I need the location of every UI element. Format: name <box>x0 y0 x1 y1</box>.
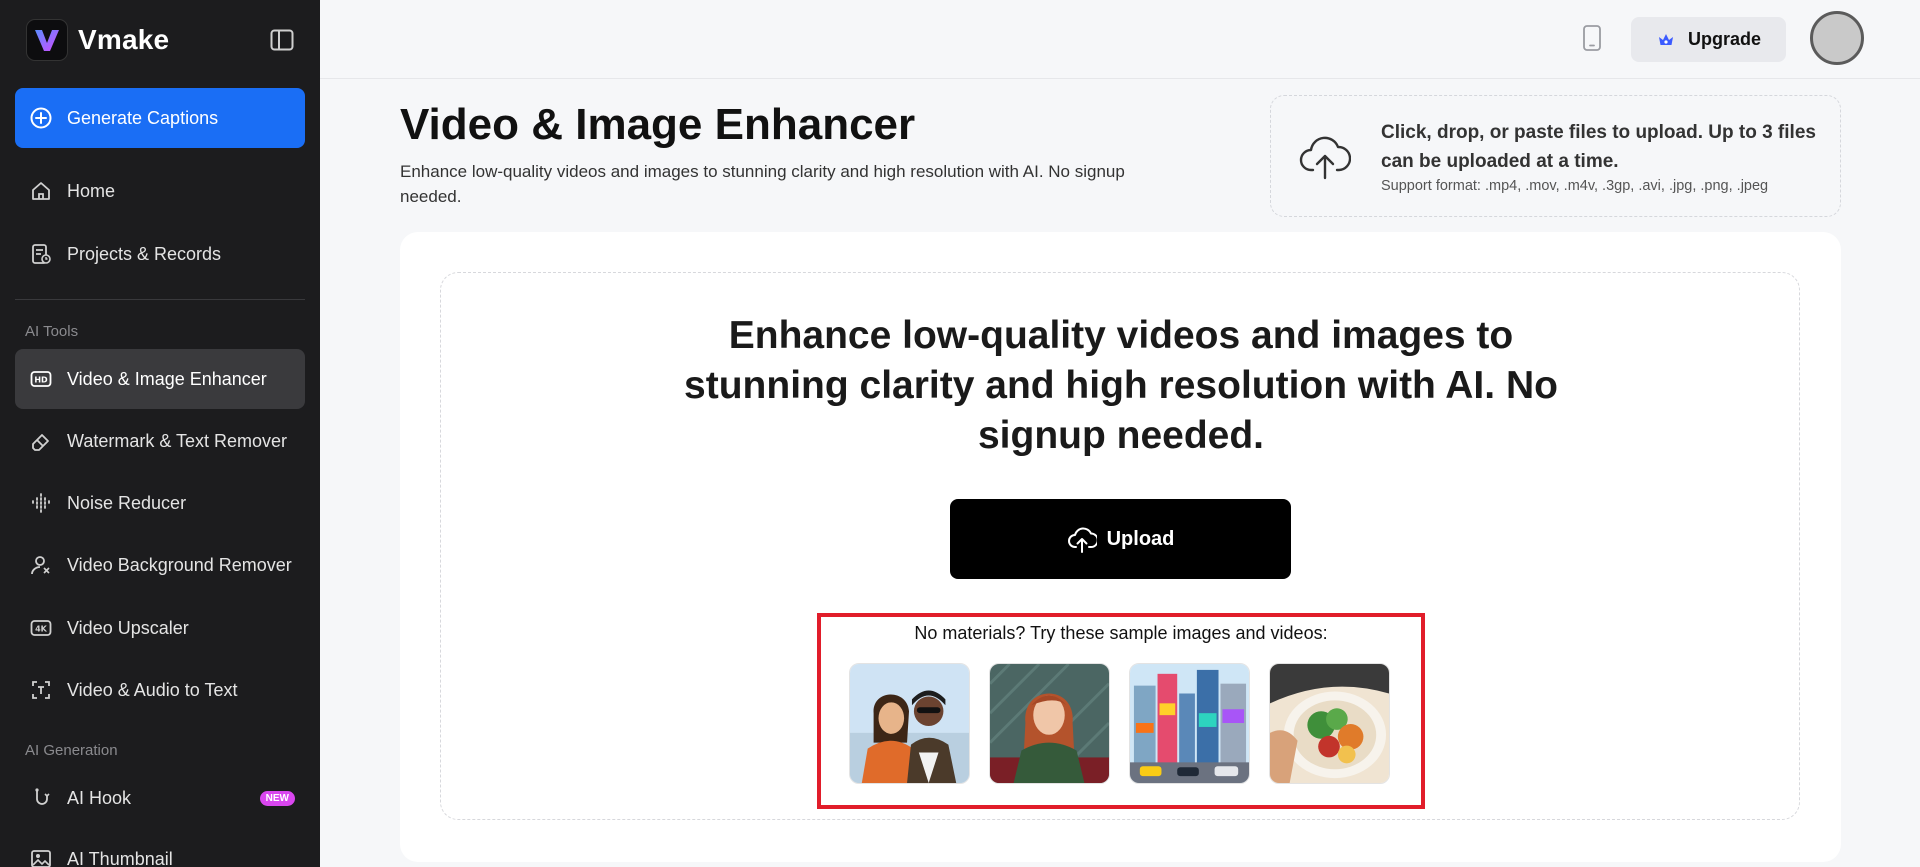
image-icon <box>31 850 51 867</box>
upgrade-button[interactable]: Upgrade <box>1631 17 1786 62</box>
top-bar: Upgrade <box>320 0 1920 79</box>
sidebar-item-video-image-enhancer[interactable]: HD Video & Image Enhancer <box>15 349 305 409</box>
samples-label: No materials? Try these sample images an… <box>914 623 1328 643</box>
sound-wave-icon <box>32 493 50 513</box>
sidebar-item-home[interactable]: Home <box>15 161 305 221</box>
text-frame-icon <box>32 681 50 699</box>
user-avatar[interactable] <box>1810 11 1864 65</box>
sidebar-item-projects[interactable]: Projects & Records <box>15 224 305 284</box>
crown-icon <box>1658 33 1673 45</box>
logo[interactable]: Vmake <box>26 19 306 61</box>
sidebar-item-label: Video & Image Enhancer <box>67 368 267 389</box>
app-name: Vmake <box>78 24 170 55</box>
hd-icon: HD <box>30 371 52 387</box>
upload-dropzone-hint[interactable]: Click, drop, or paste files to upload. U… <box>1270 95 1841 217</box>
sidebar-item-label: AI Hook <box>67 787 132 808</box>
main-heading: Enhance low-quality videos and images to… <box>684 314 1558 457</box>
upload-button[interactable]: Upload <box>950 499 1291 579</box>
upload-hint-text: Click, drop, or paste files to upload. U… <box>1381 122 1816 172</box>
sidebar-item-label: Home <box>67 180 116 201</box>
4k-icon: 4K <box>30 620 52 636</box>
sample-thumbnail-friends[interactable] <box>849 663 970 784</box>
sidebar-item-label: Video & Audio to Text <box>67 679 238 700</box>
sample-thumbnail-city[interactable] <box>1129 663 1250 784</box>
sidebar-item-video-audio-to-text[interactable]: Video & Audio to Text <box>15 660 305 720</box>
sidebar-item-label: Video Upscaler <box>67 617 189 638</box>
page-subtitle: Enhance low-quality videos and images to… <box>400 162 1125 206</box>
vmake-logo-icon <box>26 19 68 61</box>
eraser-icon <box>32 434 49 451</box>
sidebar-item-noise-reducer[interactable]: Noise Reducer <box>15 473 305 533</box>
sample-image-woman <box>990 664 1109 783</box>
sample-image-food <box>1270 664 1389 783</box>
sample-thumbnail-food[interactable] <box>1269 663 1390 784</box>
sample-image-city <box>1130 664 1249 783</box>
svg-text:4K: 4K <box>35 625 48 634</box>
sidebar-collapse-icon[interactable] <box>270 29 294 51</box>
cloud-upload-icon <box>1299 136 1351 180</box>
sidebar-item-video-upscaler[interactable]: 4K Video Upscaler <box>15 598 305 658</box>
new-badge: NEW <box>259 790 295 806</box>
upload-label: Upload <box>1106 527 1175 550</box>
generate-captions-button[interactable]: Generate Captions <box>15 88 305 148</box>
upgrade-label: Upgrade <box>1687 29 1761 49</box>
section-label-ai-generation: AI Generation <box>25 742 118 759</box>
hook-icon <box>35 788 50 805</box>
sample-image-friends <box>850 664 969 783</box>
person-cutout-icon <box>31 556 50 575</box>
document-clock-icon <box>32 244 51 264</box>
sidebar-item-video-background-remover[interactable]: Video Background Remover <box>15 535 305 595</box>
sidebar-item-label: Video Background Remover <box>67 554 292 575</box>
sample-materials-panel: No materials? Try these sample images an… <box>817 613 1425 809</box>
generate-captions-label: Generate Captions <box>67 107 219 128</box>
sidebar-item-label: Projects & Records <box>67 243 222 264</box>
sidebar-item-label: AI Thumbnail <box>67 848 173 867</box>
sidebar-item-watermark-remover[interactable]: Watermark & Text Remover <box>15 411 305 471</box>
sidebar-item-label: Noise Reducer <box>67 492 187 513</box>
mobile-phone-icon[interactable] <box>1582 25 1602 51</box>
page-title: Video & Image Enhancer <box>400 100 916 149</box>
svg-text:HD: HD <box>34 376 48 385</box>
sidebar-divider <box>15 299 305 300</box>
cloud-upload-icon <box>1067 527 1097 553</box>
main-card: Enhance low-quality videos and images to… <box>400 232 1841 862</box>
sidebar-item-label: Watermark & Text Remover <box>67 430 288 451</box>
sidebar-item-ai-thumbnail[interactable]: AI Thumbnail <box>15 829 305 867</box>
sample-thumbnail-woman[interactable] <box>989 663 1110 784</box>
sidebar: Vmake Generate Captions Home Projects & … <box>0 0 320 867</box>
file-dropzone[interactable]: Enhance low-quality videos and images to… <box>440 272 1800 820</box>
sidebar-item-ai-hook[interactable]: AI Hook NEW <box>15 768 305 828</box>
section-label-ai-tools: AI Tools <box>25 323 79 340</box>
home-icon <box>32 182 50 200</box>
supported-formats-text: Support format: .mp4, .mov, .m4v, .3gp, … <box>1381 178 1769 194</box>
plus-circle-icon <box>30 107 52 129</box>
